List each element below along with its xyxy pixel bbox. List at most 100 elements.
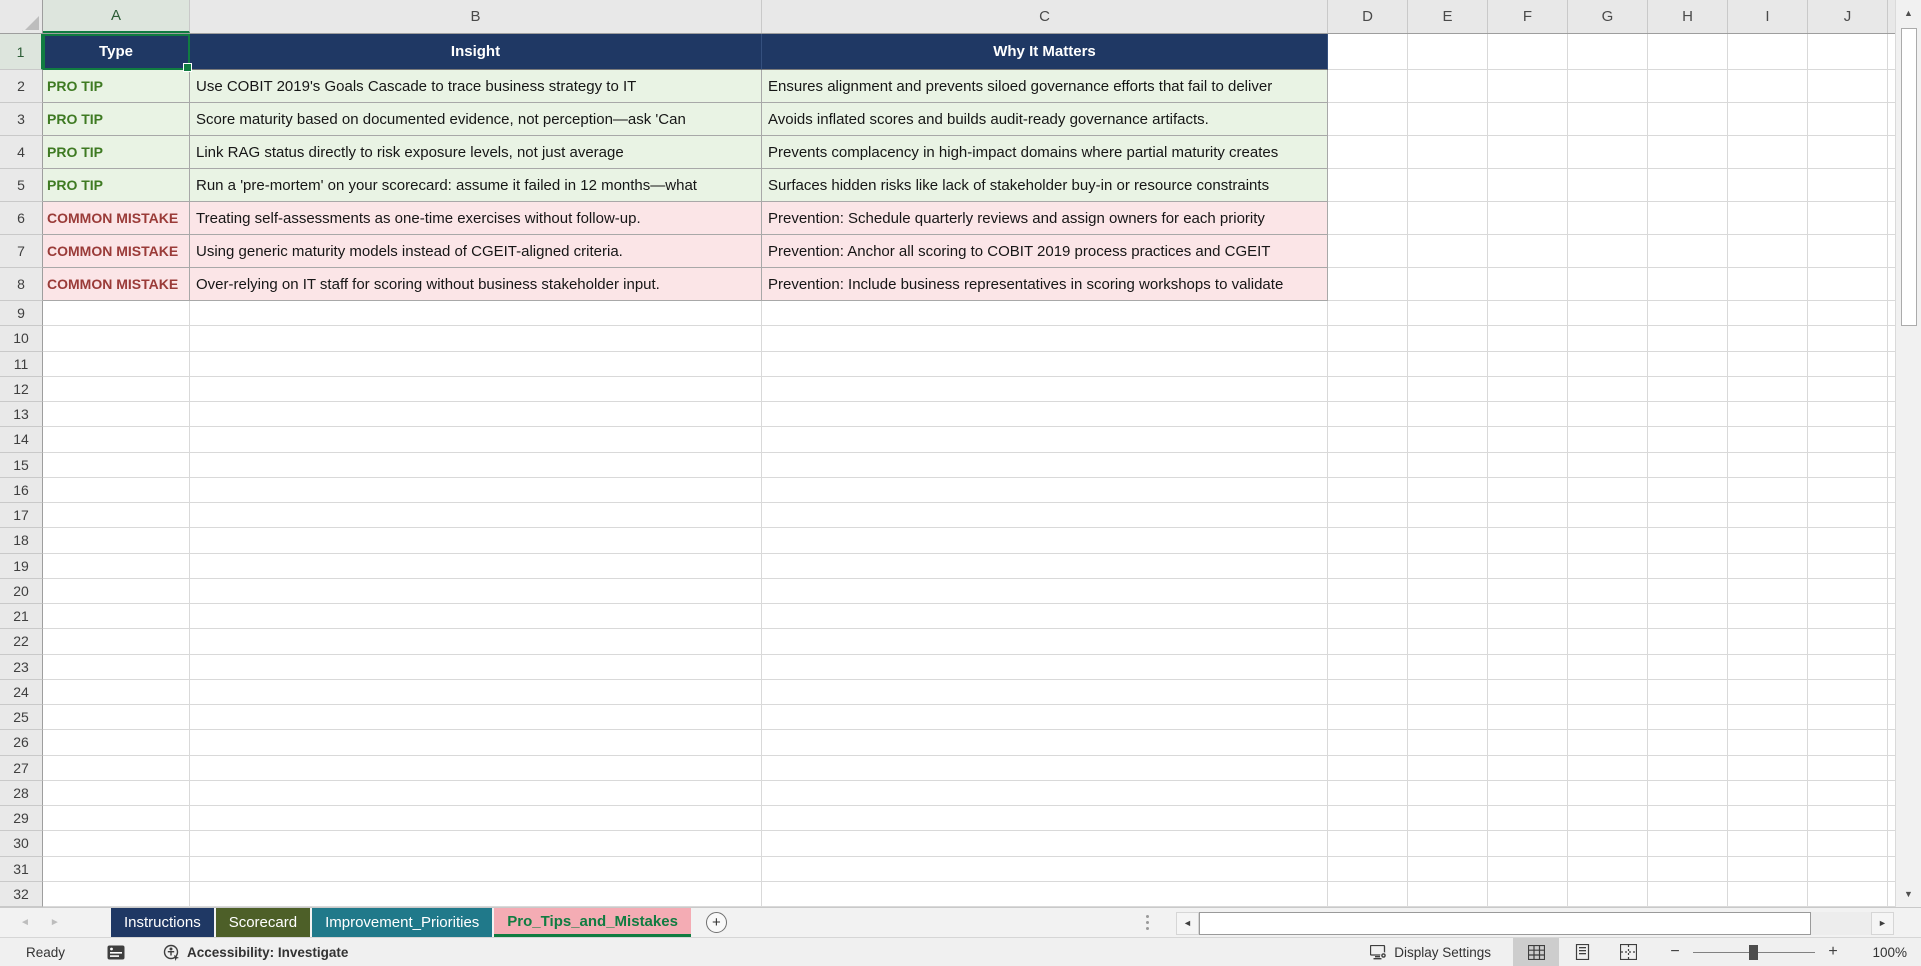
cell-B5[interactable]: Run a 'pre-mortem' on your scorecard: as… (190, 169, 762, 202)
cell-A4[interactable]: PRO TIP (43, 136, 190, 169)
cell-E12[interactable] (1408, 376, 1488, 402)
cell-J1[interactable] (1808, 34, 1888, 70)
cell-D25[interactable] (1328, 705, 1408, 731)
cell-J26[interactable] (1808, 730, 1888, 756)
cell-A30[interactable] (43, 831, 190, 857)
row-header-27[interactable]: 27 (0, 755, 43, 781)
cell-H23[interactable] (1648, 654, 1728, 680)
vertical-scrollbar[interactable]: ▲ ▼ (1895, 0, 1921, 907)
cell-A9[interactable] (43, 301, 190, 327)
cell-I14[interactable] (1728, 427, 1808, 453)
row-header-30[interactable]: 30 (0, 831, 43, 857)
cell-H26[interactable] (1648, 730, 1728, 756)
cell-A29[interactable] (43, 806, 190, 832)
tab-scroll-left-icon[interactable]: ◄ (20, 917, 30, 928)
cell-F28[interactable] (1488, 780, 1568, 806)
cell-E26[interactable] (1408, 730, 1488, 756)
cell-C25[interactable] (762, 705, 1328, 731)
cell-C22[interactable] (762, 629, 1328, 655)
normal-view-button[interactable] (1513, 937, 1559, 966)
cell-A24[interactable] (43, 679, 190, 705)
cell-E15[interactable] (1408, 452, 1488, 478)
display-settings-button[interactable]: Display Settings (1370, 944, 1491, 960)
cell-D18[interactable] (1328, 528, 1408, 554)
cell-G20[interactable] (1568, 578, 1648, 604)
cell-G24[interactable] (1568, 679, 1648, 705)
cell-G16[interactable] (1568, 477, 1648, 503)
cell-G28[interactable] (1568, 780, 1648, 806)
row-header-13[interactable]: 13 (0, 402, 43, 428)
cell-I27[interactable] (1728, 755, 1808, 781)
cell-I1[interactable] (1728, 34, 1808, 70)
cell-C30[interactable] (762, 831, 1328, 857)
cell-C16[interactable] (762, 477, 1328, 503)
cell-F31[interactable] (1488, 856, 1568, 882)
cell-E30[interactable] (1408, 831, 1488, 857)
cell-A5[interactable]: PRO TIP (43, 169, 190, 202)
cell-J2[interactable] (1808, 70, 1888, 103)
cell-E14[interactable] (1408, 427, 1488, 453)
horizontal-scroll-track[interactable] (1811, 911, 1871, 935)
cell-G26[interactable] (1568, 730, 1648, 756)
cell-D22[interactable] (1328, 629, 1408, 655)
zoom-out-button[interactable]: − (1665, 943, 1685, 961)
row-header-31[interactable]: 31 (0, 856, 43, 882)
cell-D10[interactable] (1328, 326, 1408, 352)
cell-C13[interactable] (762, 402, 1328, 428)
cell-C8[interactable]: Prevention: Include business representat… (762, 268, 1328, 301)
cell-E9[interactable] (1408, 301, 1488, 327)
cell-A7[interactable]: COMMON MISTAKE (43, 235, 190, 268)
cell-E7[interactable] (1408, 235, 1488, 268)
cell-E17[interactable] (1408, 503, 1488, 529)
cell-H5[interactable] (1648, 169, 1728, 202)
cell-F21[interactable] (1488, 604, 1568, 630)
cell-F9[interactable] (1488, 301, 1568, 327)
cell-F16[interactable] (1488, 477, 1568, 503)
column-header-I[interactable]: I (1728, 0, 1808, 33)
cell-C26[interactable] (762, 730, 1328, 756)
cell-H15[interactable] (1648, 452, 1728, 478)
cell-G31[interactable] (1568, 856, 1648, 882)
sheet-tab-improvement_priorities[interactable]: Improvement_Priorities (312, 908, 493, 937)
cell-G7[interactable] (1568, 235, 1648, 268)
cell-B12[interactable] (190, 376, 762, 402)
row-header-16[interactable]: 16 (0, 477, 43, 503)
row-header-32[interactable]: 32 (0, 881, 43, 907)
cell-G19[interactable] (1568, 553, 1648, 579)
cell-C28[interactable] (762, 780, 1328, 806)
cell-D16[interactable] (1328, 477, 1408, 503)
cell-G3[interactable] (1568, 103, 1648, 136)
cell-A3[interactable]: PRO TIP (43, 103, 190, 136)
cell-J21[interactable] (1808, 604, 1888, 630)
cell-A14[interactable] (43, 427, 190, 453)
cell-H12[interactable] (1648, 376, 1728, 402)
cell-E19[interactable] (1408, 553, 1488, 579)
cell-J7[interactable] (1808, 235, 1888, 268)
cell-I8[interactable] (1728, 268, 1808, 301)
cell-H20[interactable] (1648, 578, 1728, 604)
cell-G22[interactable] (1568, 629, 1648, 655)
cell-F10[interactable] (1488, 326, 1568, 352)
cell-C12[interactable] (762, 376, 1328, 402)
cell-H28[interactable] (1648, 780, 1728, 806)
cell-B16[interactable] (190, 477, 762, 503)
horizontal-scrollbar[interactable]: ◄ ► (1176, 911, 1894, 935)
row-header-9[interactable]: 9 (0, 301, 43, 327)
cell-A31[interactable] (43, 856, 190, 882)
column-header-B[interactable]: B (190, 0, 762, 33)
cell-I21[interactable] (1728, 604, 1808, 630)
cell-J4[interactable] (1808, 136, 1888, 169)
cell-E25[interactable] (1408, 705, 1488, 731)
cell-G14[interactable] (1568, 427, 1648, 453)
cell-E32[interactable] (1408, 881, 1488, 907)
row-header-11[interactable]: 11 (0, 351, 43, 377)
cell-D5[interactable] (1328, 169, 1408, 202)
row-header-4[interactable]: 4 (0, 136, 43, 169)
cell-G15[interactable] (1568, 452, 1648, 478)
cell-B2[interactable]: Use COBIT 2019's Goals Cascade to trace … (190, 70, 762, 103)
cell-C15[interactable] (762, 452, 1328, 478)
cell-E22[interactable] (1408, 629, 1488, 655)
cell-J13[interactable] (1808, 402, 1888, 428)
cell-E20[interactable] (1408, 578, 1488, 604)
cell-F7[interactable] (1488, 235, 1568, 268)
